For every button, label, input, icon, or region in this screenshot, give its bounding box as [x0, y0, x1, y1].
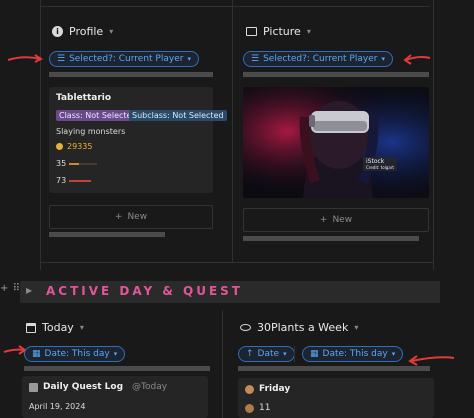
plus-icon: +: [319, 215, 328, 225]
player-description: Slaying monsters: [56, 127, 126, 136]
plants-scrollbar[interactable]: [238, 366, 430, 371]
toggle-caret-icon[interactable]: ▶: [26, 286, 32, 295]
plus-icon: +: [114, 212, 123, 222]
player-name: Tablettario: [56, 93, 112, 103]
today-scrollbar[interactable]: [24, 366, 210, 371]
daily-quest-date: April 19, 2024: [29, 402, 86, 411]
stat-bar-1-fill: [69, 163, 79, 165]
coin-count: 29335: [67, 142, 93, 151]
picture-filter-pill[interactable]: ☰ Selected?: Current Player ▾: [243, 51, 393, 67]
active-day-banner[interactable]: ▶ ACTIVE DAY & QUEST: [20, 281, 440, 303]
picture-card[interactable]: iStock Credit: tolgart: [243, 87, 429, 198]
column-divider: [232, 0, 233, 262]
top-divider: [40, 6, 430, 7]
today-title: Today: [42, 321, 74, 334]
log-icon: [29, 383, 38, 392]
chevron-down-icon: ▾: [109, 27, 114, 36]
annotation-arrow-icon: [406, 352, 456, 366]
chevron-down-icon: ▾: [113, 350, 118, 358]
plants-card[interactable]: Friday 11: [238, 378, 434, 418]
daily-quest-card[interactable]: Daily Quest Log @Today April 19, 2024: [22, 376, 208, 418]
filter-icon: ☰: [251, 54, 260, 64]
annotation-arrow-icon: [6, 52, 44, 66]
chevron-down-icon: ▾: [354, 323, 359, 332]
subclass-tag: Subclass: Not Selected: [129, 110, 227, 121]
plants-card-title: Friday: [259, 384, 291, 394]
right-border: [433, 0, 434, 270]
picture-new-button[interactable]: + New: [243, 208, 429, 232]
profile-filter-pill[interactable]: ☰ Selected?: Current Player ▾: [49, 51, 199, 67]
lower-column-divider: [222, 310, 223, 418]
info-icon: i: [52, 26, 63, 37]
calendar-small-icon: ▦: [310, 349, 319, 359]
filter-icon: ☰: [57, 54, 66, 64]
calendar-icon: [26, 322, 36, 333]
watermark-credit: Credit: tolgart: [366, 165, 394, 170]
profile-card[interactable]: Tablettario Class: Not Selected Subclass…: [49, 87, 227, 193]
chevron-down-icon: ▾: [187, 55, 191, 63]
chevron-down-icon: ▾: [306, 27, 311, 36]
board-bottom-border: [40, 262, 434, 263]
drag-handle-icon[interactable]: ⠿: [13, 283, 20, 294]
left-border: [40, 0, 41, 270]
chevron-down-icon: ▾: [283, 350, 287, 358]
profile-filter-label: Selected?: Current Player: [69, 54, 184, 64]
picture-scrollbar[interactable]: [243, 72, 429, 77]
calendar-small-icon: ▦: [32, 349, 41, 359]
watermark-brand: iStock: [366, 158, 385, 165]
active-day-heading: ACTIVE DAY & QUEST: [46, 284, 243, 298]
plants-sort-label: Date: [257, 349, 280, 359]
stat-value-2: 73: [56, 176, 67, 185]
today-filter-label: Date: This day: [44, 349, 110, 359]
class-tag: Class: Not Selected: [56, 110, 140, 121]
profile-title: Profile: [69, 25, 104, 38]
plants-sort-pill[interactable]: ↑ Date ▾: [238, 346, 295, 362]
stock-watermark: iStock Credit: tolgart: [363, 157, 397, 171]
image-icon: [246, 27, 257, 36]
eye-icon: [240, 324, 251, 331]
profile-new-label: New: [127, 212, 148, 222]
arrow-up-icon: ↑: [246, 349, 254, 359]
stat-value-1: 35: [56, 159, 67, 168]
chevron-down-icon: ▾: [79, 323, 84, 332]
plants-card-value: 11: [259, 403, 271, 413]
plants-header[interactable]: 30Plants a Week ▾: [240, 321, 358, 334]
profile-header[interactable]: i Profile ▾: [52, 25, 113, 38]
picture-title: Picture: [263, 25, 301, 38]
stat-bar-1-track: [79, 163, 97, 165]
vr-headset-photo: [243, 87, 429, 198]
today-filter-pill[interactable]: ▦ Date: This day ▾: [24, 346, 126, 362]
plant-icon: [245, 385, 254, 394]
chevron-down-icon: ▾: [381, 55, 385, 63]
plant-icon: [245, 404, 254, 413]
profile-scrollbar[interactable]: [49, 72, 213, 77]
daily-quest-title: Daily Quest Log: [43, 382, 124, 392]
plants-title: 30Plants a Week: [257, 321, 349, 334]
plants-filter-pill[interactable]: ▦ Date: This day ▾: [302, 346, 404, 362]
add-block-icon[interactable]: +: [0, 283, 8, 294]
chevron-down-icon: ▾: [391, 350, 396, 358]
profile-bottom-scrollbar[interactable]: [49, 232, 165, 237]
picture-bottom-scrollbar[interactable]: [243, 236, 419, 241]
profile-new-button[interactable]: + New: [49, 205, 213, 229]
today-header[interactable]: Today ▾: [26, 321, 84, 334]
picture-header[interactable]: Picture ▾: [246, 25, 311, 38]
today-mention: @Today: [132, 382, 168, 392]
coin-icon: [56, 143, 63, 150]
annotation-arrow-icon: [402, 52, 432, 66]
picture-new-label: New: [332, 215, 353, 225]
pill-separator: [294, 346, 295, 362]
block-controls[interactable]: + ⠿: [0, 283, 20, 294]
plants-filter-label: Date: This day: [322, 349, 388, 359]
stat-bar-2-fill: [69, 180, 91, 182]
picture-filter-label: Selected?: Current Player: [263, 54, 378, 64]
